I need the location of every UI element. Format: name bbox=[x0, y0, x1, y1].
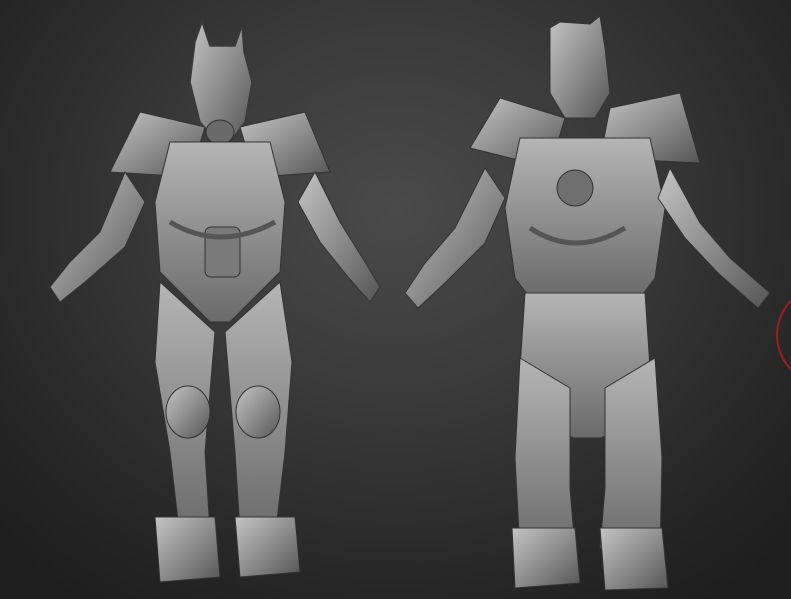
model-back-view bbox=[400, 8, 780, 598]
model-front-view bbox=[30, 12, 390, 597]
sculpt-viewport[interactable] bbox=[0, 0, 791, 599]
